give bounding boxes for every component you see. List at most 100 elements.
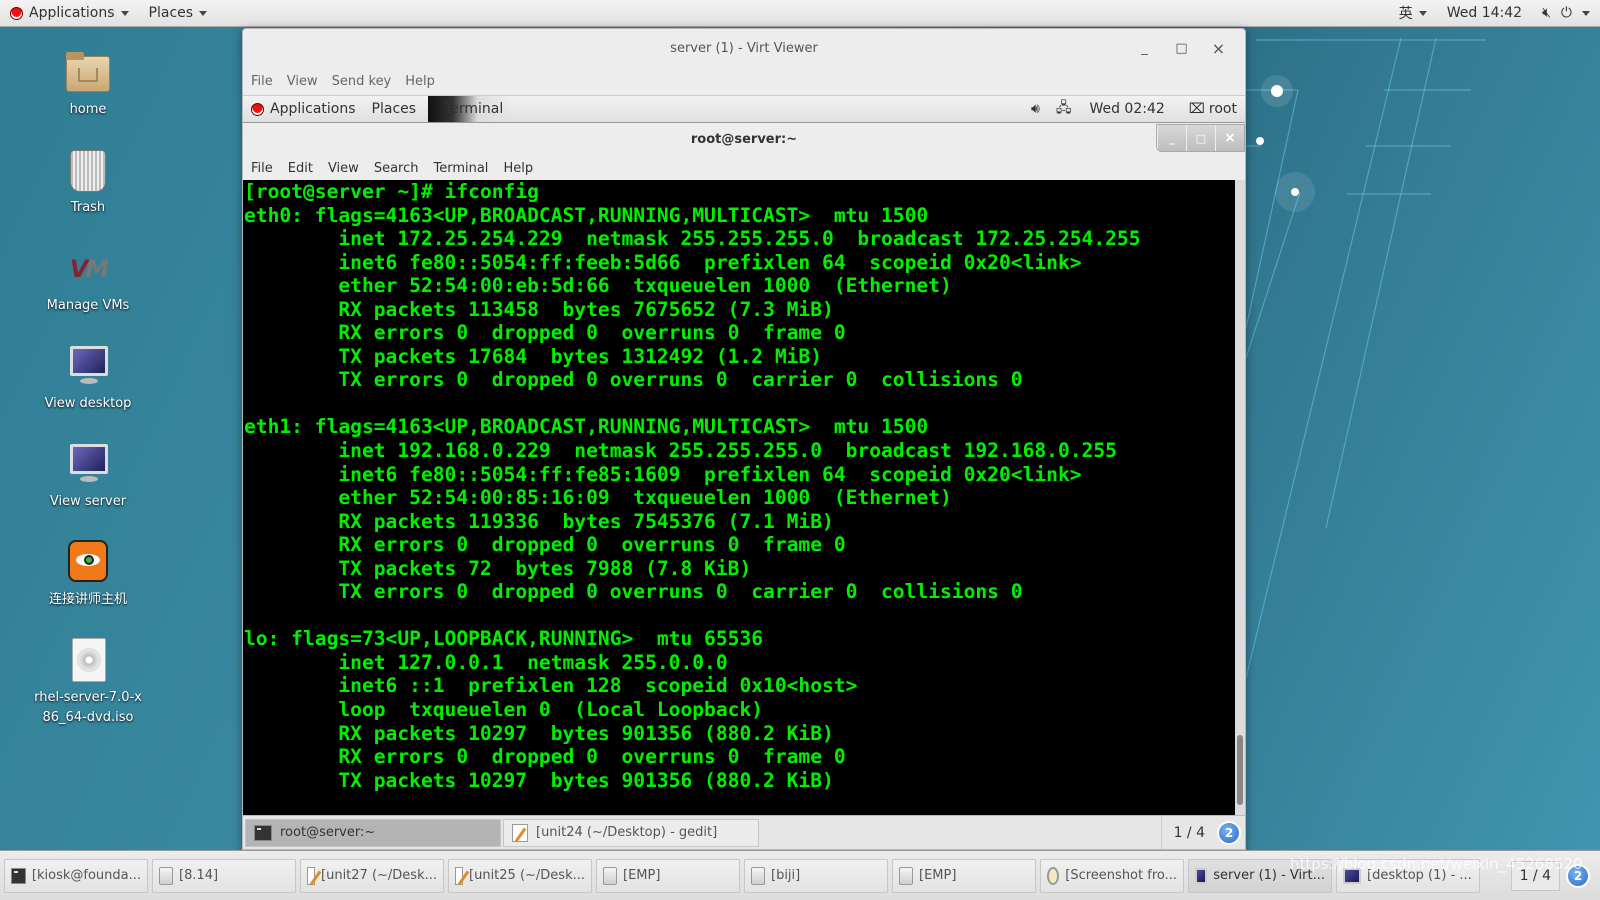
top-panel: Applications Places 英 Wed 14:42 🔇︎ ⏻: [0, 0, 1600, 27]
menu-send-key[interactable]: Send key: [332, 74, 392, 89]
host-task-unit27[interactable]: [unit27 (~/Desk...: [300, 858, 444, 893]
text-editor-icon: [455, 866, 464, 885]
terminal-scrollbar[interactable]: [1235, 180, 1245, 815]
guest-pager-label: 1 / 4: [1173, 824, 1205, 841]
terminal-line: eth0: flags=4163<UP,BROADCAST,RUNNING,MU…: [244, 203, 929, 227]
virt-viewer-menubar: File View Send key Help: [243, 67, 1245, 95]
chevron-down-icon: [199, 10, 208, 16]
file-cabinet-icon: [751, 866, 765, 885]
guest-applications-menu[interactable]: Applications: [243, 96, 364, 122]
terminal-line: TX packets 72 bytes 7988 (7.8 KiB): [244, 556, 752, 580]
monitor-icon: [1343, 867, 1361, 884]
terminal-titlebar[interactable]: root@server:~ _ □ ×: [243, 123, 1245, 156]
host-task-label: [8.14]: [179, 868, 219, 883]
guest-task-terminal[interactable]: root@server:~: [245, 818, 501, 847]
terminal-menu-terminal[interactable]: Terminal: [433, 161, 488, 176]
terminal-line: lo: flags=73<UP,LOOPBACK,RUNNING> mtu 65…: [244, 627, 764, 651]
guest-clock[interactable]: Wed 02:42: [1081, 101, 1172, 117]
menu-help[interactable]: Help: [405, 74, 435, 89]
terminal-menu-help[interactable]: Help: [503, 161, 533, 176]
applications-label: Applications: [29, 5, 115, 21]
desktop-icon-label: rhel-server-7.0-x86_64-dvd.iso: [34, 690, 142, 725]
desktop-icon-connect-teacher[interactable]: 连接讲师主机: [28, 540, 148, 610]
close-button[interactable]: ×: [1200, 39, 1237, 58]
host-task-8-14[interactable]: [8.14]: [152, 858, 296, 893]
terminal-minimize-button[interactable]: _: [1157, 125, 1186, 151]
menu-view[interactable]: View: [287, 74, 318, 89]
terminal-line: TX packets 10297 bytes 901356 (880.2 KiB…: [244, 768, 834, 792]
host-task-label: [Screenshot fro...: [1065, 868, 1177, 883]
desktop-icon-view-desktop[interactable]: View desktop: [28, 344, 148, 414]
monitor-icon: [64, 442, 112, 488]
terminal-output[interactable]: [root@server ~]# ifconfig eth0: flags=416…: [243, 180, 1235, 815]
guest-task-gedit[interactable]: [unit24 (~/Desktop) - gedit]: [503, 818, 759, 847]
input-method-label: 英: [1398, 6, 1413, 22]
terminal-maximize-button[interactable]: □: [1186, 125, 1215, 151]
screenshot-icon: [1047, 866, 1060, 885]
guest-places-menu[interactable]: Places: [364, 96, 425, 122]
host-task-biji[interactable]: [biji]: [744, 858, 888, 893]
host-task-unit25[interactable]: [unit25 (~/Desk...: [448, 858, 592, 893]
host-task-label: [unit27 (~/Desk...: [321, 868, 437, 883]
input-method-menu[interactable]: 英: [1389, 0, 1437, 26]
applications-menu[interactable]: Applications: [0, 0, 139, 26]
host-task-screenshot[interactable]: [Screenshot fro...: [1040, 858, 1184, 893]
host-workspace-pager[interactable]: 1 / 4: [1510, 860, 1560, 891]
terminal-icon: [254, 824, 272, 841]
virt-manager-icon: VM: [69, 255, 109, 283]
desktop-icon-label: 连接讲师主机: [48, 592, 127, 607]
host-task-desktop[interactable]: [desktop (1) - ...: [1336, 858, 1480, 893]
guest-top-panel: Applications Places Terminal 🔊︎ 🖧 Wed 02…: [243, 95, 1245, 123]
host-task-emp-2[interactable]: [EMP]: [892, 858, 1036, 893]
places-menu[interactable]: Places: [139, 0, 218, 26]
desktop-icon-rhel-iso[interactable]: rhel-server-7.0-x86_64-dvd.iso: [28, 638, 148, 728]
guest-notification-badge[interactable]: 2: [1217, 820, 1241, 845]
terminal-menu-view[interactable]: View: [328, 161, 359, 176]
terminal-line: RX packets 113458 bytes 7675652 (7.3 MiB…: [244, 297, 834, 321]
terminal-line: ether 52:54:00:85:16:09 txqueuelen 1000 …: [244, 486, 952, 510]
trash-icon: [64, 148, 112, 194]
scrollbar-thumb[interactable]: [1237, 735, 1243, 805]
chevron-down-icon: [1582, 10, 1590, 16]
maximize-button[interactable]: □: [1163, 41, 1200, 56]
terminal-line: RX packets 10297 bytes 901356 (880.2 KiB…: [244, 721, 834, 745]
minimize-button[interactable]: _: [1126, 41, 1163, 56]
text-editor-icon: [512, 823, 528, 842]
host-task-kiosk-terminal[interactable]: [kiosk@founda...: [4, 858, 148, 893]
host-task-label: [unit25 (~/Desk...: [469, 868, 585, 883]
file-cabinet-icon: [899, 866, 913, 885]
terminal-menu-search[interactable]: Search: [374, 161, 419, 176]
text-editor-icon: [307, 866, 316, 885]
chevron-down-icon: [1418, 10, 1427, 16]
menu-file[interactable]: File: [251, 74, 273, 89]
clock[interactable]: Wed 14:42: [1437, 0, 1532, 26]
host-task-virt-viewer[interactable]: server (1) - Virt...: [1188, 858, 1332, 893]
terminal-line: inet6 fe80::5054:ff:fe85:1609 prefixlen …: [244, 462, 1082, 486]
power-icon: ⏻: [1560, 5, 1572, 21]
virt-viewer-titlebar[interactable]: server (1) - Virt Viewer _ □ ×: [243, 29, 1245, 67]
host-task-label: [EMP]: [623, 868, 661, 883]
desktop-icon-home[interactable]: home: [28, 50, 148, 120]
guest-active-app[interactable]: Terminal: [428, 96, 512, 122]
host-task-label: [desktop (1) - ...: [1367, 868, 1472, 883]
system-menu[interactable]: 🔇︎ ⏻: [1532, 0, 1600, 26]
terminal-menu-edit[interactable]: Edit: [288, 161, 313, 176]
user-icon: ⌧: [1188, 101, 1205, 117]
volume-icon[interactable]: 🔊︎: [1025, 101, 1046, 117]
redhat-logo-icon: [251, 102, 264, 116]
guest-workspace-pager[interactable]: 1 / 4: [1160, 816, 1217, 849]
terminal-menu-file[interactable]: File: [251, 161, 273, 176]
terminal-close-button[interactable]: ×: [1215, 125, 1244, 151]
terminal-line: inet6 fe80::5054:ff:feeb:5d66 prefixlen …: [244, 250, 1082, 274]
guest-user-menu[interactable]: root: [1209, 101, 1237, 117]
file-cabinet-icon: [159, 866, 173, 885]
network-icon[interactable]: 🖧: [1050, 97, 1078, 121]
desktop-icon-manage-vms[interactable]: VM Manage VMs: [28, 246, 148, 316]
guest-task-label: [unit24 (~/Desktop) - gedit]: [536, 825, 718, 840]
desktop-icon-trash[interactable]: Trash: [28, 148, 148, 218]
desktop-icon-view-server[interactable]: View server: [28, 442, 148, 512]
host-task-emp[interactable]: [EMP]: [596, 858, 740, 893]
guest-active-app-label: Terminal: [444, 101, 504, 117]
host-task-label: [EMP]: [919, 868, 957, 883]
host-notification-badge[interactable]: 2: [1566, 863, 1590, 888]
